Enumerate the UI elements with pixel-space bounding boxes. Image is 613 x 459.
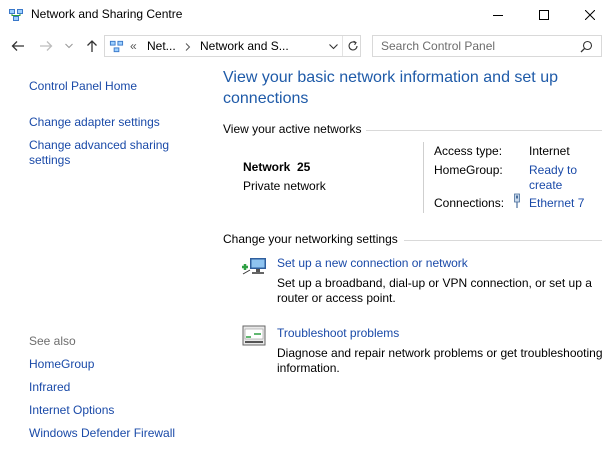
forward-arrow-icon — [40, 41, 53, 51]
refresh-icon[interactable] — [347, 40, 359, 52]
access-type-value: Internet — [529, 144, 570, 158]
window-title: Network and Sharing Centre — [31, 7, 183, 21]
minimize-icon — [493, 15, 503, 16]
see-also-internet-options[interactable]: Internet Options — [29, 403, 114, 417]
close-button[interactable] — [567, 0, 613, 30]
chevron-down-icon — [65, 43, 73, 49]
see-also-homegroup[interactable]: HomeGroup — [29, 357, 94, 371]
search-placeholder: Search Control Panel — [381, 39, 496, 53]
maximize-button[interactable] — [521, 0, 567, 30]
troubleshoot-link[interactable]: Troubleshoot problems — [277, 326, 399, 340]
maximize-icon — [539, 10, 549, 20]
see-also-firewall[interactable]: Windows Defender Firewall — [29, 426, 175, 440]
network-divider — [423, 142, 424, 213]
troubleshoot-description: Diagnose and repair network problems or … — [277, 346, 603, 375]
see-also-infrared[interactable]: Infrared — [29, 380, 70, 394]
breadcrumb-separator-icon — [185, 43, 191, 51]
connections-label: Connections: — [434, 196, 505, 210]
address-dropdown-icon[interactable] — [329, 44, 338, 50]
setup-connection-description: Set up a broadband, dial-up or VPN conne… — [277, 276, 592, 305]
breadcrumb-segment-sharing[interactable]: Network and S... — [200, 39, 289, 53]
breadcrumb-overflow[interactable]: « — [130, 39, 137, 53]
breadcrumb-segment-network[interactable]: Net... — [147, 39, 176, 53]
homegroup-ready-link[interactable]: Ready to create — [529, 163, 587, 193]
sidebar-link-adapter-settings[interactable]: Change adapter settings — [29, 115, 160, 129]
back-button[interactable] — [9, 36, 27, 56]
setup-connection-link[interactable]: Set up a new connection or network — [277, 256, 468, 270]
network-location-icon — [109, 40, 124, 53]
network-category: Private network — [243, 179, 326, 193]
troubleshoot-icon — [242, 325, 266, 346]
ethernet-icon — [514, 193, 520, 208]
title-bar: Network and Sharing Centre — [0, 0, 613, 30]
new-connection-icon — [242, 258, 266, 275]
search-icon[interactable] — [580, 40, 593, 53]
network-centre-icon — [9, 9, 23, 21]
recent-locations-button[interactable] — [62, 36, 76, 56]
up-button[interactable] — [83, 36, 101, 56]
search-box[interactable]: Search Control Panel — [372, 35, 602, 57]
up-arrow-icon — [87, 40, 97, 52]
homegroup-label: HomeGroup: — [434, 163, 503, 177]
section-divider — [404, 240, 602, 241]
back-arrow-icon — [11, 41, 24, 51]
address-bar[interactable]: « Net... Network and S... — [104, 35, 361, 57]
section-divider — [366, 130, 602, 131]
network-name: Network 25 — [243, 160, 311, 174]
sidebar-link-advanced-sharing[interactable]: Change advanced sharing settings — [29, 138, 189, 168]
ethernet-connection-link[interactable]: Ethernet 7 — [529, 196, 584, 210]
forward-button[interactable] — [37, 36, 55, 56]
access-type-label: Access type: — [434, 144, 503, 158]
active-networks-heading: View your active networks — [223, 122, 362, 136]
minimize-button[interactable] — [475, 0, 521, 30]
see-also-heading: See also — [29, 334, 76, 348]
close-icon — [585, 10, 595, 20]
page-title: View your basic network information and … — [223, 69, 558, 107]
change-settings-heading: Change your networking settings — [223, 232, 398, 246]
sidebar-link-control-panel-home[interactable]: Control Panel Home — [29, 79, 137, 93]
